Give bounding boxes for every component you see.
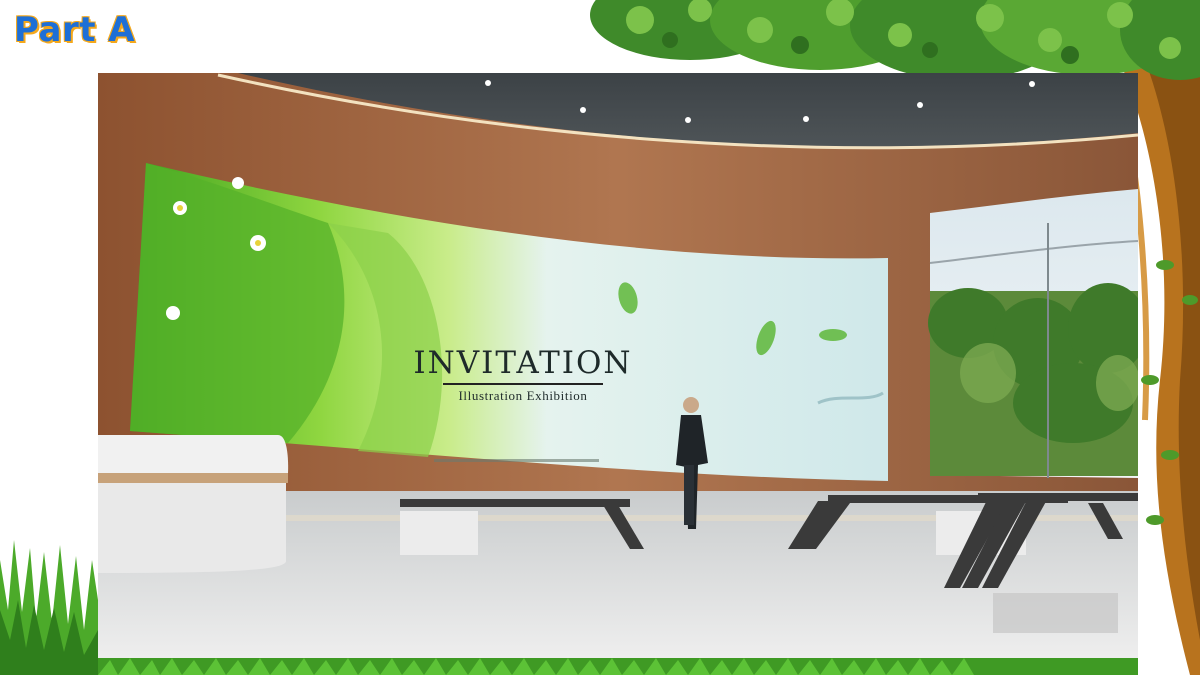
slide: Part A INVITATION Illustration Exhibitio… xyxy=(0,0,1200,675)
part-title: Part A xyxy=(14,10,136,50)
title-divider xyxy=(443,383,603,385)
invitation-title: INVITATION xyxy=(413,345,633,381)
invitation-text-block: INVITATION Illustration Exhibition xyxy=(398,345,648,404)
invitation-subtitle: Illustration Exhibition xyxy=(458,388,588,403)
exhibition-video-frame[interactable]: INVITATION Illustration Exhibition xyxy=(98,73,1138,658)
